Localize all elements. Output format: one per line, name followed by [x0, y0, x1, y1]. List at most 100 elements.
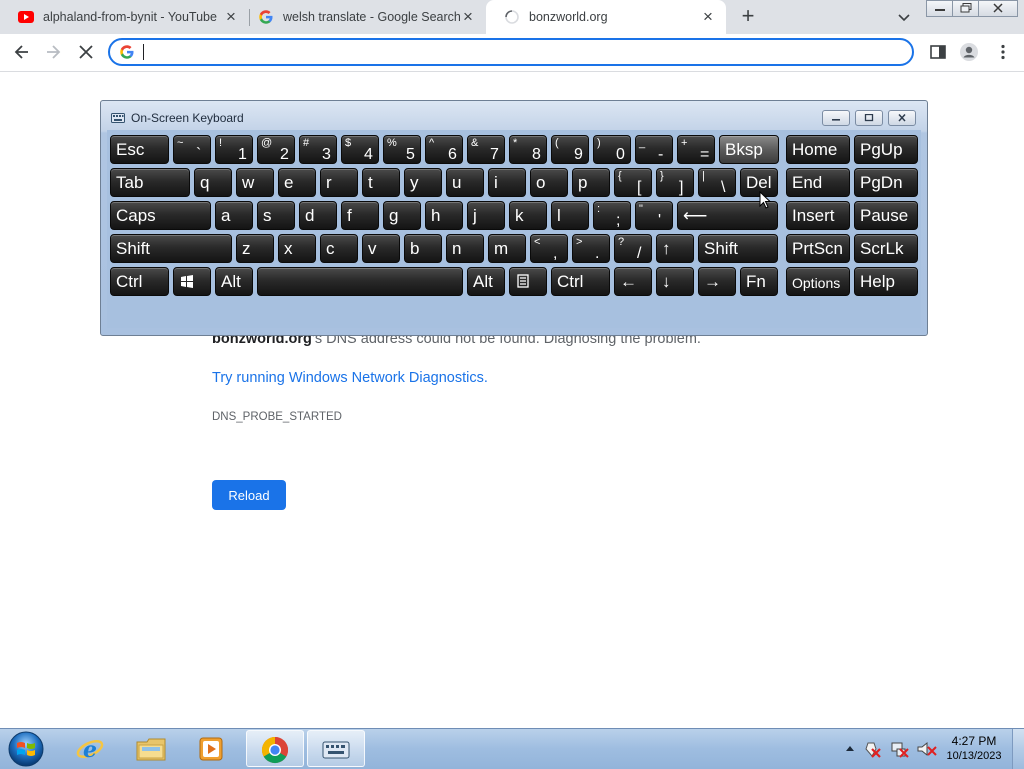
new-tab-button[interactable]: +	[738, 5, 758, 27]
key-a[interactable]: a	[215, 201, 253, 230]
key-o[interactable]: o	[530, 168, 568, 197]
clock-time[interactable]: 4:27 PM	[944, 734, 1004, 748]
key-arrow-4-7[interactable]: ←	[614, 267, 652, 296]
reload-button[interactable]: Reload	[212, 480, 286, 510]
key-symbol-1-13[interactable]: | \	[698, 168, 736, 197]
key-r[interactable]: r	[320, 168, 358, 197]
back-arrow-icon[interactable]	[12, 42, 32, 62]
key-c[interactable]: c	[320, 234, 358, 263]
key-h[interactable]: h	[425, 201, 463, 230]
key-tab[interactable]: Tab	[110, 168, 190, 197]
taskbar-on-screen-keyboard[interactable]	[307, 730, 365, 767]
close-tab-icon[interactable]: ×	[460, 8, 476, 25]
key-caps[interactable]: Caps	[110, 201, 211, 230]
key-3[interactable]: #3	[299, 135, 337, 164]
key-symbol-2-11[interactable]: " '	[635, 201, 673, 230]
tab-bonzworld[interactable]: bonzworld.org ×	[486, 0, 726, 34]
key-y[interactable]: y	[404, 168, 442, 197]
key-scrlk[interactable]: ScrLk	[854, 234, 918, 263]
key-symbol-0-1[interactable]: ~ `	[173, 135, 211, 164]
key-7[interactable]: & 7	[467, 135, 505, 164]
key-arrow-4-9[interactable]: →	[698, 267, 736, 296]
key-shift[interactable]: Shift	[110, 234, 232, 263]
key-arrow-4-8[interactable]: ↓	[656, 267, 694, 296]
key-esc[interactable]: Esc	[110, 135, 169, 164]
key-symbol-1-12[interactable]: }]	[656, 168, 694, 197]
key-shift[interactable]: Shift	[698, 234, 778, 263]
key-t[interactable]: t	[362, 168, 400, 197]
start-button-icon[interactable]	[6, 730, 46, 768]
close-tab-icon[interactable]: ×	[223, 8, 239, 25]
tab-search-chevron-icon[interactable]	[896, 8, 912, 26]
key-bksp[interactable]: Bksp	[719, 135, 779, 164]
system-tray[interactable]	[842, 739, 942, 759]
key-x[interactable]: x	[278, 234, 316, 263]
osk-maximize-button[interactable]	[855, 110, 883, 126]
key-1[interactable]: ! 1	[215, 135, 253, 164]
side-panel-icon[interactable]	[928, 42, 948, 62]
network-diagnostics-link[interactable]: Try running Windows Network Diagnostics.	[212, 370, 488, 386]
key-symbol-3-8[interactable]: <,	[530, 234, 568, 263]
minimize-button[interactable]	[926, 0, 953, 17]
taskbar-chrome[interactable]	[246, 730, 304, 767]
key-symbol-1-11[interactable]: {[	[614, 168, 652, 197]
on-screen-keyboard-window[interactable]: On-Screen Keyboard Esc ~ `! 1 @2 #3 $4% 5 ^ 6 & 7 * 8…	[100, 100, 928, 336]
osk-close-button[interactable]	[888, 110, 916, 126]
key-end[interactable]: End	[786, 168, 850, 197]
key-z[interactable]: z	[236, 234, 274, 263]
key-menu[interactable]	[509, 267, 547, 296]
key-f[interactable]: f	[341, 201, 379, 230]
key-s[interactable]: s	[257, 201, 295, 230]
restore-button[interactable]	[952, 0, 979, 17]
key-d[interactable]: d	[299, 201, 337, 230]
show-desktop-button[interactable]	[1012, 729, 1024, 769]
address-bar[interactable]	[108, 38, 914, 66]
key-alt[interactable]: Alt	[467, 267, 505, 296]
close-window-button[interactable]	[978, 0, 1018, 17]
key-k[interactable]: k	[509, 201, 547, 230]
clock-date[interactable]: 10/13/2023	[944, 750, 1004, 762]
key-j[interactable]: j	[467, 201, 505, 230]
key-2[interactable]: @2	[257, 135, 295, 164]
key-p[interactable]: p	[572, 168, 610, 197]
key-9[interactable]: (9	[551, 135, 589, 164]
key-i[interactable]: i	[488, 168, 526, 197]
key-0[interactable]: ) 0	[593, 135, 631, 164]
key-g[interactable]: g	[383, 201, 421, 230]
key-help[interactable]: Help	[854, 267, 918, 296]
close-tab-icon[interactable]: ×	[700, 8, 716, 25]
key-insert[interactable]: Insert	[786, 201, 850, 230]
osk-minimize-button[interactable]	[822, 110, 850, 126]
tab-youtube[interactable]: alphaland-from-bynit - YouTube ×	[0, 0, 249, 34]
key-8[interactable]: * 8	[509, 135, 547, 164]
key-w[interactable]: w	[236, 168, 274, 197]
key-fn[interactable]: Fn	[740, 267, 778, 296]
more-menu-icon[interactable]	[993, 42, 1013, 62]
key-symbol-0-12[interactable]: _ -	[635, 135, 673, 164]
key-space[interactable]	[257, 267, 463, 296]
forward-arrow-icon[interactable]	[43, 42, 63, 62]
profile-avatar-icon[interactable]	[959, 42, 979, 62]
taskbar-media-player[interactable]	[182, 730, 240, 767]
key-arrow-3-11[interactable]: ↑	[656, 234, 694, 263]
key-options[interactable]: Options	[786, 267, 850, 296]
key-alt[interactable]: Alt	[215, 267, 253, 296]
stop-loading-icon[interactable]	[76, 42, 96, 62]
key-u[interactable]: u	[446, 168, 484, 197]
taskbar-file-explorer[interactable]	[122, 730, 180, 767]
key-windows-logo[interactable]	[173, 267, 211, 296]
key-symbol-3-9[interactable]: >.	[572, 234, 610, 263]
key-l[interactable]: l	[551, 201, 589, 230]
tab-google-search[interactable]: welsh translate - Google Search ×	[240, 0, 486, 34]
key-4[interactable]: $4	[341, 135, 379, 164]
key-symbol-3-10[interactable]: ? /	[614, 234, 652, 263]
key-pause[interactable]: Pause	[854, 201, 918, 230]
address-input[interactable]	[142, 42, 882, 62]
key-home[interactable]: Home	[786, 135, 850, 164]
key-e[interactable]: e	[278, 168, 316, 197]
key-5[interactable]: % 5	[383, 135, 421, 164]
key-6[interactable]: ^ 6	[425, 135, 463, 164]
key-q[interactable]: q	[194, 168, 232, 197]
key-symbol-2-10[interactable]: :;	[593, 201, 631, 230]
key-pgup[interactable]: PgUp	[854, 135, 918, 164]
